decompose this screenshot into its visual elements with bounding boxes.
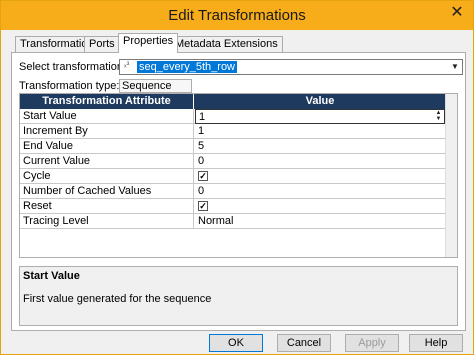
tab-metadata-extensions[interactable]: Metadata Extensions bbox=[170, 36, 283, 53]
attribute-cell: End Value bbox=[20, 139, 194, 154]
value-cell[interactable]: 5 bbox=[195, 139, 445, 154]
description-panel: Start Value First value generated for th… bbox=[19, 266, 458, 326]
table-row[interactable]: Start Value 1 ▲ ▼ bbox=[20, 109, 445, 124]
window-title: Edit Transformations bbox=[168, 7, 306, 24]
spinner-icon[interactable]: ▲ ▼ bbox=[434, 110, 443, 123]
select-transformation-dropdown[interactable]: ₓ³ seq_every_5th_row ▼ bbox=[119, 59, 463, 75]
attribute-cell: Cycle bbox=[20, 169, 194, 184]
properties-grid: Transformation Attribute Value Start Val… bbox=[19, 93, 458, 258]
attribute-cell: Current Value bbox=[20, 154, 194, 169]
attribute-cell: Start Value bbox=[20, 109, 194, 124]
start-value-input[interactable]: 1 ▲ ▼ bbox=[195, 109, 445, 124]
attribute-cell: Reset bbox=[20, 199, 194, 214]
tab-ports[interactable]: Ports bbox=[84, 36, 120, 53]
attribute-cell: Increment By bbox=[20, 124, 194, 139]
value-cell: ✓ bbox=[195, 169, 445, 184]
table-row[interactable]: Number of Cached Values 0 bbox=[20, 184, 445, 199]
transformation-type-label: Transformation type: bbox=[19, 80, 120, 92]
value-cell[interactable]: 0 bbox=[195, 154, 445, 169]
table-row[interactable]: End Value 5 bbox=[20, 139, 445, 154]
table-row[interactable]: Reset ✓ bbox=[20, 199, 445, 214]
value-cell[interactable]: 1 bbox=[195, 124, 445, 139]
chevron-down-icon[interactable]: ▼ bbox=[449, 61, 461, 73]
properties-panel: Select transformation: ₓ³ seq_every_5th_… bbox=[11, 52, 466, 331]
title-bar[interactable]: Edit Transformations ✕ bbox=[1, 1, 473, 30]
select-transformation-label: Select transformation: bbox=[19, 61, 126, 73]
attribute-cell: Tracing Level bbox=[20, 214, 194, 229]
sequence-icon: ₓ³ bbox=[124, 60, 130, 69]
select-transformation-value: seq_every_5th_row bbox=[137, 61, 238, 73]
tab-properties[interactable]: Properties bbox=[118, 33, 179, 53]
ok-button[interactable]: OK bbox=[209, 334, 263, 352]
attribute-cell: Number of Cached Values bbox=[20, 184, 194, 199]
table-row[interactable]: Increment By 1 bbox=[20, 124, 445, 139]
reset-checkbox[interactable]: ✓ bbox=[198, 201, 208, 211]
value-cell[interactable]: Normal bbox=[195, 214, 445, 229]
column-header-attribute: Transformation Attribute bbox=[20, 94, 194, 109]
value-cell-text: 1 bbox=[199, 111, 206, 123]
description-text: First value generated for the sequence bbox=[23, 293, 212, 305]
apply-button[interactable]: Apply bbox=[345, 334, 399, 352]
close-icon[interactable]: ✕ bbox=[447, 4, 467, 24]
grid-scrollbar[interactable] bbox=[445, 94, 457, 257]
table-row[interactable]: Tracing Level Normal bbox=[20, 214, 445, 229]
transformation-type-value: Sequence bbox=[119, 79, 192, 93]
help-button[interactable]: Help bbox=[409, 334, 463, 352]
edit-transformations-window: Edit Transformations ✕ Transformation Po… bbox=[0, 0, 474, 355]
grid-header: Transformation Attribute Value bbox=[20, 94, 445, 109]
value-cell[interactable]: 0 bbox=[195, 184, 445, 199]
column-header-value: Value bbox=[305, 95, 335, 107]
cancel-button[interactable]: Cancel bbox=[277, 334, 331, 352]
cycle-checkbox[interactable]: ✓ bbox=[198, 171, 208, 181]
description-title: Start Value bbox=[23, 270, 80, 282]
table-row[interactable]: Cycle ✓ bbox=[20, 169, 445, 184]
value-cell: ✓ bbox=[195, 199, 445, 214]
table-row[interactable]: Current Value 0 bbox=[20, 154, 445, 169]
